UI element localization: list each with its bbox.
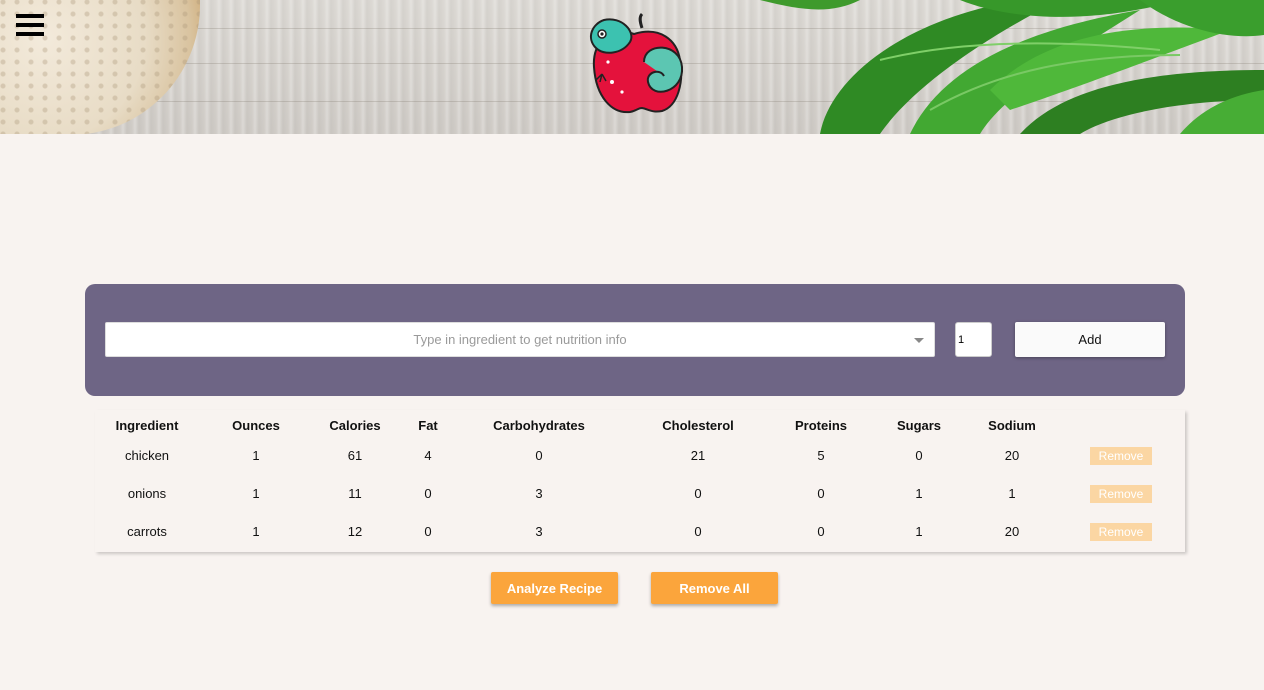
cell-sugars: 1: [915, 486, 923, 501]
column-header-sodium: Sodium: [988, 418, 1036, 433]
ingredient-search-input[interactable]: [106, 323, 934, 356]
cell-fat: 0: [424, 524, 432, 539]
cell-calories: 12: [347, 524, 363, 539]
cell-proteins: 0: [817, 524, 825, 539]
analyze-recipe-button[interactable]: Analyze Recipe: [491, 572, 618, 604]
cell-sugars: 0: [915, 448, 923, 463]
cell-ingredient: carrots: [127, 524, 167, 539]
cell-cholesterol: 0: [694, 486, 702, 501]
cell-ingredient: onions: [127, 486, 167, 501]
column-header-sugars: Sugars: [896, 418, 942, 433]
cell-cholesterol: 21: [690, 448, 706, 463]
cell-proteins: 0: [817, 486, 825, 501]
apple-chameleon-logo: [589, 12, 684, 114]
ingredient-entry-panel: Add: [85, 284, 1185, 396]
leaves-image: [760, 0, 1264, 134]
header-banner: [0, 0, 1264, 134]
cell-calories: 11: [348, 486, 362, 501]
column-header-ingredient: Ingredient: [115, 418, 179, 433]
column-header-ounces: Ounces: [232, 418, 280, 433]
column-header-calories: Calories: [329, 418, 381, 433]
cell-ingredient: chicken: [124, 448, 170, 463]
cell-cholesterol: 0: [694, 524, 702, 539]
cell-fat: 4: [424, 448, 432, 463]
nutrition-table: Ingredient Ounces Calories Fat Carbohydr…: [95, 410, 1185, 552]
menu-bar: [16, 14, 44, 18]
menu-bar: [16, 32, 44, 36]
cell-carbohydrates: 0: [535, 448, 543, 463]
cell-fat: 0: [424, 486, 432, 501]
menu-bar: [16, 23, 44, 27]
column-header-carbohydrates: Carbohydrates: [493, 418, 585, 433]
hamburger-menu-icon[interactable]: [16, 14, 44, 36]
cell-ounces: 1: [252, 448, 260, 463]
remove-row-button[interactable]: Remove: [1090, 523, 1152, 541]
remove-all-button[interactable]: Remove All: [651, 572, 778, 604]
column-header-fat: Fat: [418, 418, 438, 433]
remove-row-button[interactable]: Remove: [1090, 485, 1152, 503]
cell-proteins: 5: [817, 448, 825, 463]
cell-ounces: 1: [252, 486, 260, 501]
column-header-cholesterol: Cholesterol: [662, 418, 734, 433]
chevron-down-icon[interactable]: [914, 338, 924, 343]
column-header-proteins: Proteins: [794, 418, 848, 433]
remove-row-button[interactable]: Remove: [1090, 447, 1152, 465]
cell-carbohydrates: 3: [535, 486, 543, 501]
ingredient-search-select[interactable]: [105, 322, 935, 357]
cell-sodium: 1: [1008, 486, 1016, 501]
cell-ounces: 1: [252, 524, 260, 539]
quantity-input[interactable]: [955, 322, 992, 357]
cell-sugars: 1: [915, 524, 923, 539]
cell-carbohydrates: 3: [535, 524, 543, 539]
cell-sodium: 20: [1004, 448, 1020, 463]
cell-calories: 61: [347, 448, 363, 463]
add-button[interactable]: Add: [1015, 322, 1165, 357]
cell-sodium: 20: [1004, 524, 1020, 539]
